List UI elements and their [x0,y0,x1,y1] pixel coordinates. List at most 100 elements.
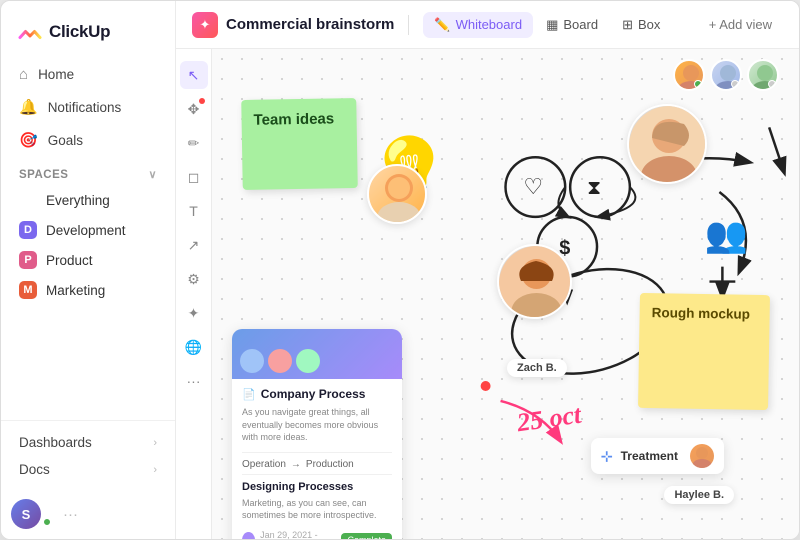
bell-icon: 🔔 [19,98,38,116]
hand-icon: ✥ [188,101,200,118]
text-icon: T [189,203,198,219]
canvas[interactable]: ♡ ⧗ $ 👥 [212,49,799,539]
tool-globe[interactable]: 🌐 [180,333,208,361]
dashboards-label: Dashboards [19,435,92,450]
sidebar-item-product[interactable]: P Product [9,245,167,275]
sidebar-item-notifications[interactable]: 🔔 Notifications [9,91,167,123]
tab-whiteboard[interactable]: ✏️ Whiteboard [423,12,533,38]
board-tab-icon: ▦ [546,17,558,33]
avatar-3 [747,59,779,91]
sidebar-item-goals[interactable]: 🎯 Goals [9,124,167,156]
add-view-button[interactable]: + Add view [698,12,783,37]
board-tab-label: Board [563,17,598,32]
doc-sub-desc: Marketing, as you can see, can sometimes… [242,497,392,522]
sticky-note-team-ideas[interactable]: Team ideas [241,98,358,190]
tab-board[interactable]: ▦ Board [535,12,609,38]
sidebar-item-development[interactable]: D Development [9,215,167,245]
date-annotation: 25 oct [515,400,583,439]
sticky-yellow-text: Rough mockup [652,305,750,322]
add-view-label: + Add view [709,17,772,32]
sidebar-label-marketing: Marketing [46,283,105,298]
doc-card-body: 📄 Company Process As you navigate great … [232,379,402,539]
connector-icon: ↗ [188,237,200,254]
docs-chevron-icon: › [153,464,157,476]
spaces-section-header: Spaces ∨ [1,156,175,185]
dashboards-chevron-icon: › [153,437,157,449]
doc-row-from: Operation [242,459,286,470]
sticky-note-rough-mockup[interactable]: Rough mockup [638,293,770,410]
status-dot [43,518,51,526]
sidebar-label-product: Product [46,253,93,268]
shapes-icon: ◻ [188,169,200,186]
doc-card-title: 📄 Company Process [242,387,392,401]
doc-complete-button[interactable]: Complete [341,533,392,539]
tool-hand[interactable]: ✥ [180,95,208,123]
product-icon: P [19,251,37,269]
doc-card-description: As you navigate great things, all eventu… [242,406,392,444]
doc-subtitle: Designing Processes [242,481,392,493]
user-more-icon[interactable]: ··· [63,506,78,523]
svg-text:♡: ♡ [523,175,543,199]
tool-magic[interactable]: ✦ [180,299,208,327]
tab-box[interactable]: ⊞ Box [611,12,671,38]
view-tabs: ✏️ Whiteboard ▦ Board ⊞ Box + Add view [423,12,783,38]
avatar-group [673,59,779,91]
svg-text:👥: 👥 [704,216,747,255]
user-area[interactable]: S ··· [1,491,175,539]
development-icon: D [19,221,37,239]
spaces-chevron-icon[interactable]: ∨ [148,168,157,181]
treatment-avatar [690,444,714,468]
logo-text: ClickUp [49,22,110,42]
sidebar: ClickUp ⌂ Home 🔔 Notifications 🎯 Goals S… [1,1,176,539]
tool-text[interactable]: T [180,197,208,225]
globe-icon: 🌐 [185,339,202,356]
everything-icon: ⊞ [19,191,37,209]
person-photo-woman-circled [497,244,572,319]
svg-text:⧗: ⧗ [587,177,601,199]
doc-header-figures [240,349,320,373]
sidebar-item-home[interactable]: ⌂ Home [9,59,167,90]
sidebar-bottom: Dashboards › Docs › [1,420,175,491]
sticky-green-text: Team ideas [253,110,334,128]
sidebar-item-everything[interactable]: ⊞ Everything [9,185,167,215]
doc-arrow-icon: → [291,459,301,470]
sidebar-label-development: Development [46,223,126,238]
tool-pencil[interactable]: ✏ [180,129,208,157]
whiteboard-tab-label: Whiteboard [456,17,522,32]
box-tab-icon: ⊞ [622,17,633,33]
page-icon: ✦ [192,12,218,38]
sidebar-item-docs[interactable]: Docs › [9,456,167,483]
page-title: Commercial brainstorm [226,16,394,33]
sidebar-item-marketing[interactable]: M Marketing [9,275,167,305]
person-photo-woman-top [627,104,707,184]
name-badge-haylee: Haylee B. [664,486,734,504]
magic-icon: ✦ [188,305,200,322]
tool-shapes[interactable]: ◻ [180,163,208,191]
doc-date: Jan 29, 2021 - 2:21 PM [260,530,336,539]
spaces-label: Spaces [19,169,68,181]
doc-avatar [242,532,255,539]
sidebar-label-home: Home [38,67,74,82]
avatar-2 [710,59,742,91]
doc-row-to: Production [306,459,354,470]
avatar: S [11,499,41,529]
tool-cursor[interactable]: ↖ [180,61,208,89]
sidebar-label-everything: Everything [46,193,110,208]
box-tab-label: Box [638,17,660,32]
sidebar-item-dashboards[interactable]: Dashboards › [9,429,167,456]
doc-divider [242,452,392,453]
doc-footer: Jan 29, 2021 - 2:21 PM Complete [242,530,392,539]
name-badge-zach: Zach B. [507,359,567,377]
tool-connector[interactable]: ↗ [180,231,208,259]
logo[interactable]: ClickUp [1,9,175,59]
tool-more[interactable]: ··· [180,367,208,395]
doc-figure-2 [268,349,292,373]
sidebar-label-notifications: Notifications [48,100,122,115]
doc-card[interactable]: 📄 Company Process As you navigate great … [232,329,402,539]
doc-divider-2 [242,474,392,475]
main-content: ✦ Commercial brainstorm ✏️ Whiteboard ▦ … [176,1,799,539]
treatment-card[interactable]: ⊹ Treatment [591,438,724,474]
tool-effects[interactable]: ⚙ [180,265,208,293]
tool-dot-indicator [199,98,205,104]
page-title-area: ✦ Commercial brainstorm [192,12,394,38]
